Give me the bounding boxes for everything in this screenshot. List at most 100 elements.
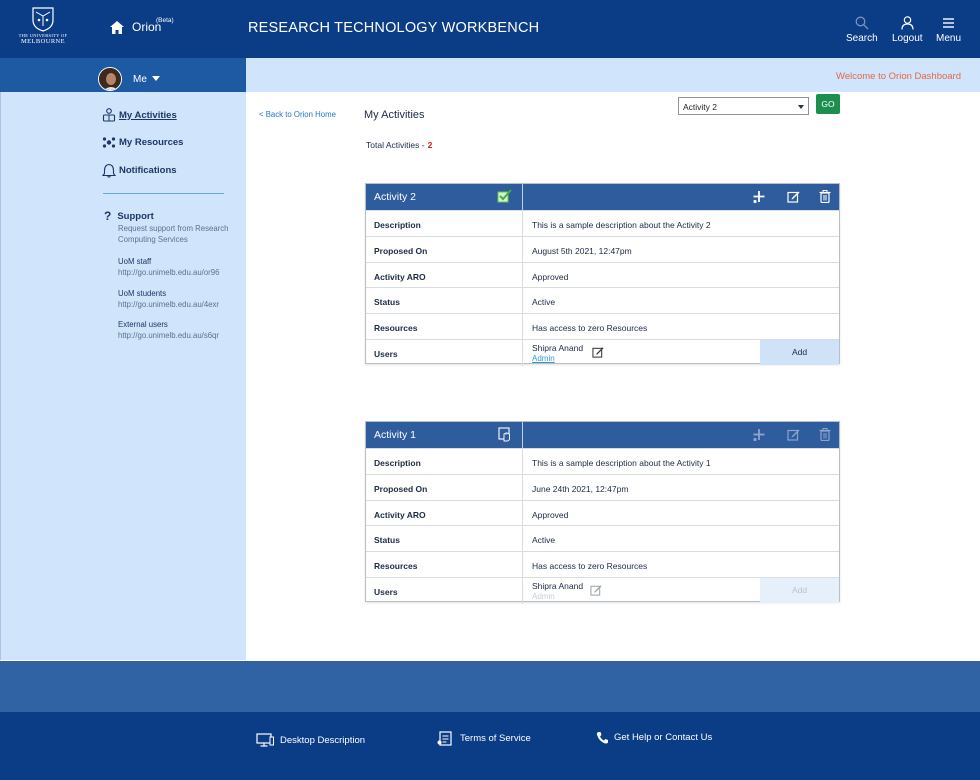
support-link-external[interactable]: External users http://go.unimelb.edu.au/… [118,320,219,341]
cell-separator [522,211,523,237]
check-icon [497,189,512,208]
support-link-students[interactable]: UoM students http://go.unimelb.edu.au/4e… [118,289,219,310]
sidebar: My Activities My Resources Notifications… [0,92,246,660]
row-value: August 5th 2021, 12:47pm [532,246,632,256]
activity-select-value: Activity 2 [683,102,718,112]
sidebar-item-resources[interactable]: My Resources [102,136,183,149]
app-title: RESEARCH TECHNOLOGY WORKBENCH [248,20,540,36]
crest-icon [32,7,54,32]
cell-separator [522,449,523,475]
sidebar-item-notifications[interactable]: Notifications [102,163,177,178]
activity-card: Activity 2 Description This is a sample d… [365,183,840,366]
user-role-link[interactable]: Admin [532,354,583,363]
activity-title: Activity 2 [374,191,417,203]
support-link-staff[interactable]: UoM staff http://go.unimelb.edu.au/or96 [118,257,219,278]
support-link-url[interactable]: http://go.unimelb.edu.au/4exr [118,300,219,311]
row-value: Has access to zero Resources [532,561,648,571]
search-icon [855,16,869,30]
activity-select[interactable]: Activity 2 [678,97,809,115]
user-entry: Shipra Anand Admin [532,343,583,363]
trash-icon [819,428,831,446]
row-label: Status [374,297,400,307]
table-row: Proposed On June 24th 2021, 12:47pm [366,474,839,501]
support-link-url[interactable]: http://go.unimelb.edu.au/or96 [118,268,219,279]
go-button[interactable]: GO [816,94,840,114]
back-to-home-link[interactable]: < Back to Orion Home [259,110,336,119]
row-label: Description [374,458,421,468]
user-menu-label[interactable]: Me [133,74,147,85]
row-value: Active [532,297,556,307]
add-user-button: Add [760,578,839,603]
menu-label: Menu [936,33,962,44]
search-label: Search [846,33,878,44]
table-row: Description This is a sample description … [366,210,839,237]
footer-link-terms[interactable]: Terms of Service [437,731,531,746]
logout-label: Logout [892,33,923,44]
profile-photo-icon [99,68,121,90]
row-label: Users [374,349,398,359]
university-logo[interactable]: THE UNIVERSITY OF MELBOURNE [18,6,68,52]
cell-separator [522,578,523,604]
sidebar-item-activities[interactable]: My Activities [102,108,177,122]
activity-card-header: Activity 1 [366,422,839,448]
phone-icon [596,732,608,744]
footer: Desktop Description Terms of Service Get… [0,712,980,780]
user-icon [901,16,914,30]
pending-icon [497,427,512,447]
row-label: Activity ARO [374,272,426,282]
add-resource-icon [752,428,766,447]
user-name: Shipra Anand [532,343,584,353]
row-label: Resources [374,561,418,571]
user-bar: Me [0,58,246,92]
support-link-url[interactable]: http://go.unimelb.edu.au/s6qr [118,331,219,342]
edit-icon[interactable] [787,190,800,208]
row-label: Users [374,587,398,597]
search-button[interactable]: Search [846,16,878,44]
cell-separator [522,288,523,314]
users-row: Users Shipra Anand Admin Add [366,577,839,604]
hamburger-icon [943,18,954,28]
resources-icon [102,137,116,148]
top-header: THE UNIVERSITY OF MELBOURNE Orion (Beta)… [0,0,980,58]
menu-button[interactable]: Menu [936,16,961,44]
avatar[interactable] [98,67,122,91]
footer-link-desktop[interactable]: Desktop Description [256,733,365,747]
bell-icon [102,163,116,178]
footer-link-help[interactable]: Get Help or Contact Us [596,731,712,744]
row-value: Active [532,535,556,545]
home-icon [110,20,124,34]
row-label: Status [374,535,400,545]
row-value: Approved [532,272,569,282]
activity-card: Activity 1 Description This is a sample d… [365,421,840,604]
total-count: 2 [427,140,433,150]
row-label: Activity ARO [374,510,426,520]
support-link-title: External users [118,320,168,329]
table-row: Activity ARO Approved [366,262,839,289]
edit-user-icon[interactable] [592,346,604,360]
row-label: Proposed On [374,246,428,256]
logout-button[interactable]: Logout [892,16,923,44]
sidebar-item-label: My Resources [119,137,184,148]
header-separator [522,422,523,448]
cell-separator [522,340,523,366]
table-row: Activity ARO Approved [366,500,839,527]
footer-link-label: Desktop Description [280,734,366,746]
row-label: Proposed On [374,484,428,494]
footer-link-label: Get Help or Contact Us [614,732,713,743]
cell-separator [522,263,523,289]
trash-icon[interactable] [819,190,831,208]
cell-separator [522,314,523,340]
user-entry: Shipra Anand Admin [532,581,583,601]
row-value: This is a sample description about the A… [532,220,711,230]
home-link[interactable]: Orion (Beta) [110,17,174,34]
chevron-down-icon [798,105,804,109]
sidebar-item-label: Notifications [119,165,177,176]
chevron-down-icon[interactable] [152,76,160,81]
add-resource-icon[interactable] [752,190,766,209]
edit-icon [787,428,800,446]
add-user-button[interactable]: Add [760,340,839,365]
footer-link-label: Terms of Service [460,733,531,744]
question-icon: ? [104,209,112,223]
sidebar-divider [103,193,224,194]
header-separator [522,184,523,210]
